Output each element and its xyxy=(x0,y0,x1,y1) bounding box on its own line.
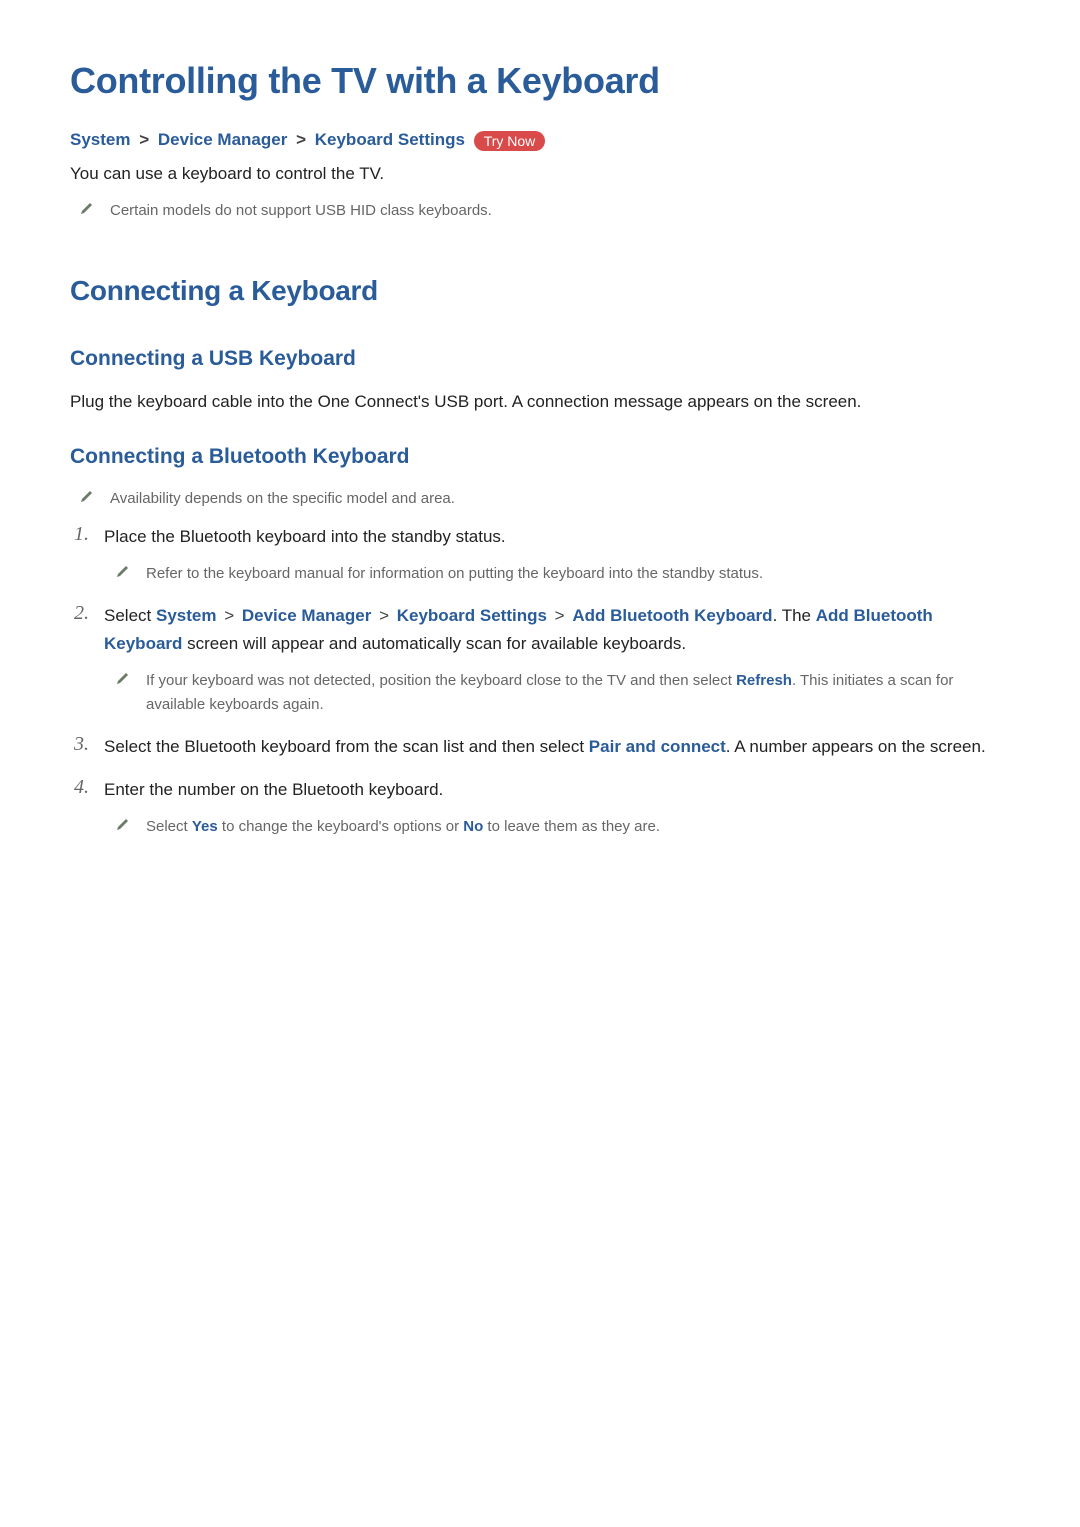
menu-path-system: System xyxy=(156,606,216,625)
note-text-fragment: Select xyxy=(146,818,192,835)
step-text: Enter the number on the Bluetooth keyboa… xyxy=(104,776,1010,803)
step-text-fragment: . A number appears on the screen. xyxy=(726,737,986,756)
pencil-icon xyxy=(80,201,94,215)
usb-body-text: Plug the keyboard cable into the One Con… xyxy=(70,389,1010,415)
note-item: Certain models do not support USB HID cl… xyxy=(70,199,1010,223)
note-text: Certain models do not support USB HID cl… xyxy=(110,199,492,223)
step-text: Select System > Device Manager > Keyboar… xyxy=(104,602,1010,656)
note-text: Select Yes to change the keyboard's opti… xyxy=(146,815,660,839)
step-text-fragment: . The xyxy=(773,606,816,625)
breadcrumb-separator: > xyxy=(292,130,310,149)
pencil-icon xyxy=(116,817,130,831)
step-text: Select the Bluetooth keyboard from the s… xyxy=(104,733,1010,760)
note-item: If your keyboard was not detected, posit… xyxy=(104,669,1010,717)
subsection-heading-bluetooth: Connecting a Bluetooth Keyboard xyxy=(70,445,1010,469)
step-item: Select the Bluetooth keyboard from the s… xyxy=(70,733,1010,760)
try-now-badge[interactable]: Try Now xyxy=(474,131,546,151)
pencil-icon xyxy=(116,671,130,685)
intro-text: You can use a keyboard to control the TV… xyxy=(70,161,1010,187)
section-heading-connecting: Connecting a Keyboard xyxy=(70,275,1010,307)
step-text-fragment: screen will appear and automatically sca… xyxy=(182,634,686,653)
breadcrumb-item-keyboard-settings[interactable]: Keyboard Settings xyxy=(315,130,465,149)
refresh-action: Refresh xyxy=(736,672,792,689)
yes-option: Yes xyxy=(192,818,218,835)
pair-connect-action: Pair and connect xyxy=(589,737,726,756)
step-item: Place the Bluetooth keyboard into the st… xyxy=(70,523,1010,586)
step-text-fragment: Select xyxy=(104,606,156,625)
path-separator: > xyxy=(221,606,237,625)
path-separator: > xyxy=(376,606,392,625)
subsection-heading-usb: Connecting a USB Keyboard xyxy=(70,347,1010,371)
path-separator: > xyxy=(552,606,568,625)
pencil-icon xyxy=(116,564,130,578)
note-text: Availability depends on the specific mod… xyxy=(110,487,455,511)
step-item: Enter the number on the Bluetooth keyboa… xyxy=(70,776,1010,839)
breadcrumb-separator: > xyxy=(135,130,153,149)
menu-path-keyboard-settings: Keyboard Settings xyxy=(397,606,547,625)
note-text: If your keyboard was not detected, posit… xyxy=(146,669,1010,717)
step-item: Select System > Device Manager > Keyboar… xyxy=(70,602,1010,716)
steps-list: Place the Bluetooth keyboard into the st… xyxy=(70,523,1010,839)
note-item: Refer to the keyboard manual for informa… xyxy=(104,562,1010,586)
note-text-fragment: to leave them as they are. xyxy=(483,818,660,835)
note-text-fragment: to change the keyboard's options or xyxy=(218,818,464,835)
breadcrumb-item-device-manager[interactable]: Device Manager xyxy=(158,130,287,149)
pencil-icon xyxy=(80,489,94,503)
step-text: Place the Bluetooth keyboard into the st… xyxy=(104,523,1010,550)
menu-path-device-manager: Device Manager xyxy=(242,606,371,625)
step-text-fragment: Select the Bluetooth keyboard from the s… xyxy=(104,737,589,756)
breadcrumb-item-system[interactable]: System xyxy=(70,130,130,149)
menu-path-add-bluetooth: Add Bluetooth Keyboard xyxy=(572,606,772,625)
note-item: Availability depends on the specific mod… xyxy=(70,487,1010,511)
breadcrumb: System > Device Manager > Keyboard Setti… xyxy=(70,130,1010,151)
note-item: Select Yes to change the keyboard's opti… xyxy=(104,815,1010,839)
no-option: No xyxy=(463,818,483,835)
note-text: Refer to the keyboard manual for informa… xyxy=(146,562,763,586)
note-text-fragment: If your keyboard was not detected, posit… xyxy=(146,672,736,689)
page-title: Controlling the TV with a Keyboard xyxy=(70,60,1010,102)
